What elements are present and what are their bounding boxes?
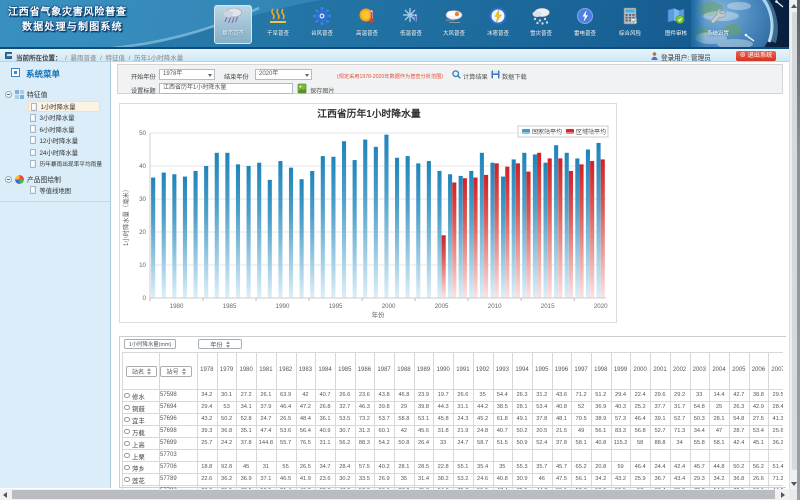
svg-text:2015: 2015: [541, 303, 555, 310]
svg-text:2010: 2010: [488, 303, 502, 310]
svg-text:10: 10: [139, 262, 146, 269]
svg-text:江西省历年1小时降水量: 江西省历年1小时降水量: [317, 107, 421, 120]
svg-text:1小时降水量（毫米）: 1小时降水量（毫米）: [121, 186, 130, 246]
svg-text:1995: 1995: [329, 303, 343, 310]
svg-text:50: 50: [139, 130, 146, 137]
svg-text:2005: 2005: [435, 303, 449, 310]
svg-text:1985: 1985: [223, 303, 237, 310]
svg-text:1990: 1990: [276, 303, 290, 310]
svg-text:1980: 1980: [170, 303, 184, 310]
svg-text:国家站平均: 国家站平均: [532, 128, 562, 136]
svg-text:30: 30: [139, 196, 146, 203]
svg-text:40: 40: [139, 163, 146, 170]
svg-text:年份: 年份: [372, 310, 386, 319]
svg-text:0: 0: [143, 295, 147, 302]
svg-text:区域站平均: 区域站平均: [576, 128, 606, 136]
svg-text:20: 20: [139, 229, 146, 236]
svg-text:2020: 2020: [594, 303, 608, 310]
svg-text:2000: 2000: [382, 303, 396, 310]
